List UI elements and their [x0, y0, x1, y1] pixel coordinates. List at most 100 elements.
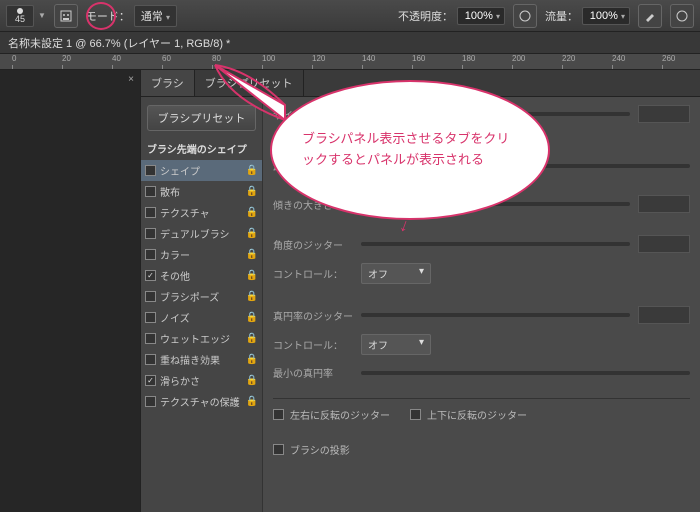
brush-option-label: シェイプ [160, 163, 200, 178]
brush-size-picker[interactable]: 45 [6, 5, 34, 27]
ruler-tick: 260 [662, 54, 675, 63]
brush-option-row[interactable]: ✓ その他 🔒 [141, 265, 262, 286]
min-diameter-slider[interactable] [361, 164, 690, 168]
brush-option-row[interactable]: テクスチャ🔒 [141, 202, 262, 223]
control-label-3: コントロール： [273, 337, 353, 352]
lock-icon[interactable]: 🔒 [246, 249, 258, 260]
brush-option-label: ウェットエッジ [160, 331, 230, 346]
brush-option-row[interactable]: テクスチャの保護🔒 [141, 391, 262, 412]
blend-mode-select[interactable]: 通常 ▾ [134, 5, 177, 27]
size-jitter-label: サイズのジッター [273, 107, 353, 122]
chevron-down-icon[interactable]: ▼ [38, 11, 46, 20]
brush-option-row[interactable]: デュアルブラシ 🔒 [141, 223, 262, 244]
roundness-jitter-slider[interactable] [361, 313, 630, 317]
lock-icon[interactable]: 🔒 [246, 207, 258, 218]
horizontal-ruler: 020406080100120140160180200220240260 [0, 54, 700, 70]
brush-option-row[interactable]: ブラシポーズ🔒 [141, 286, 262, 307]
brush-option-row[interactable]: シェイプ 🔒 [141, 160, 262, 181]
checkbox[interactable] [145, 165, 156, 176]
brush-option-row[interactable]: 散布 🔒 [141, 181, 262, 202]
flip-y-label: 上下に反転のジッター [427, 407, 527, 422]
ruler-tick: 100 [262, 54, 275, 63]
flip-y-checkbox[interactable] [410, 409, 421, 420]
ruler-tick: 40 [112, 54, 121, 63]
tab-brush-presets[interactable]: ブラシプリセット [195, 70, 304, 96]
brush-option-row[interactable]: カラー 🔒 [141, 244, 262, 265]
brush-option-row[interactable]: 重ね描き効果 🔒 [141, 349, 262, 370]
pressure-size-icon[interactable] [670, 4, 694, 28]
brush-panel: ブラシ ブラシプリセット ブラシプリセット ブラシ先端のシェイプ シェイプ🔒散布… [140, 70, 700, 512]
size-jitter-slider[interactable] [361, 112, 630, 116]
brush-option-label: 重ね描き効果 [160, 352, 220, 367]
checkbox[interactable] [145, 291, 156, 302]
checkbox[interactable] [145, 396, 156, 407]
lock-icon[interactable]: 🔒 [246, 333, 258, 344]
tilt-scale-value[interactable] [638, 195, 690, 213]
brush-option-row[interactable]: ✓滑らかさ🔒 [141, 370, 262, 391]
projection-checkbox[interactable] [273, 444, 284, 455]
tab-brush[interactable]: ブラシ [141, 70, 195, 96]
projection-label: ブラシの投影 [290, 442, 350, 457]
min-roundness-slider[interactable] [361, 371, 690, 375]
ruler-tick: 180 [462, 54, 475, 63]
checkbox[interactable] [145, 312, 156, 323]
brush-preset-button[interactable]: ブラシプリセット [147, 105, 256, 131]
ruler-tick: 200 [512, 54, 525, 63]
checkbox[interactable]: ✓ [145, 375, 156, 386]
checkbox[interactable] [145, 207, 156, 218]
roundness-jitter-label: 真円率のジッター [273, 308, 353, 323]
lock-icon[interactable]: 🔒 [246, 396, 258, 407]
checkbox[interactable] [145, 228, 156, 239]
tilt-scale-label: 傾きの大きさ [273, 197, 353, 212]
brush-tip-shape-header[interactable]: ブラシ先端のシェイプ [141, 137, 262, 160]
brush-option-label: その他 [160, 268, 190, 283]
angle-jitter-slider[interactable] [361, 242, 630, 246]
options-bar: 45 ▼ モード： 通常 ▾ 不透明度： 100% ▾ 流量： 100% ▾ [0, 0, 700, 32]
lock-icon[interactable]: 🔒 [246, 375, 258, 386]
document-tab[interactable]: 名称未設定 1 @ 66.7% (レイヤー 1, RGB/8) * [0, 32, 700, 54]
brush-option-label: カラー [160, 247, 190, 262]
roundness-jitter-value[interactable] [638, 306, 690, 324]
lock-icon[interactable]: 🔒 [246, 312, 258, 323]
opacity-input[interactable]: 100% ▾ [457, 7, 505, 25]
ruler-tick: 80 [212, 54, 221, 63]
checkbox[interactable]: ✓ [145, 270, 156, 281]
lock-icon[interactable]: 🔒 [246, 270, 258, 281]
lock-icon[interactable]: 🔒 [246, 354, 258, 365]
ruler-tick: 140 [362, 54, 375, 63]
flip-x-checkbox[interactable] [273, 409, 284, 420]
ruler-tick: 220 [562, 54, 575, 63]
tilt-scale-slider[interactable] [361, 202, 630, 206]
brush-option-row[interactable]: ノイズ 🔒 [141, 307, 262, 328]
brush-panel-toggle-icon[interactable] [54, 4, 78, 28]
close-icon[interactable]: × [128, 74, 134, 85]
angle-control-select[interactable]: オフ▾ [361, 263, 431, 284]
lock-icon[interactable]: 🔒 [246, 186, 258, 197]
ruler-tick: 240 [612, 54, 625, 63]
lock-icon[interactable]: 🔒 [246, 228, 258, 239]
pressure-opacity-icon[interactable] [513, 4, 537, 28]
roundness-control-select[interactable]: オフ▾ [361, 334, 431, 355]
checkbox[interactable] [145, 186, 156, 197]
flip-x-label: 左右に反転のジッター [290, 407, 390, 422]
brush-options-sidebar: ブラシプリセット ブラシ先端のシェイプ シェイプ🔒散布🔒テクスチャ🔒デュアルブラ… [141, 97, 263, 512]
mode-label: モード： [86, 8, 130, 24]
brush-option-label: 散布 [160, 184, 180, 199]
checkbox[interactable] [145, 249, 156, 260]
lock-icon[interactable]: 🔒 [246, 165, 258, 176]
brush-option-label: ノイズ [160, 310, 190, 325]
ruler-tick: 20 [62, 54, 71, 63]
brush-option-label: デュアルブラシ [160, 226, 230, 241]
checkbox[interactable] [145, 354, 156, 365]
angle-jitter-value[interactable] [638, 235, 690, 253]
checkbox[interactable] [145, 333, 156, 344]
opacity-label: 不透明度： [398, 8, 453, 24]
size-jitter-value[interactable] [638, 105, 690, 123]
control-label-2: コントロール： [273, 266, 353, 281]
airbrush-icon[interactable] [638, 4, 662, 28]
brush-option-row[interactable]: ウェットエッジ 🔒 [141, 328, 262, 349]
lock-icon[interactable]: 🔒 [246, 291, 258, 302]
flow-input[interactable]: 100% ▾ [582, 7, 630, 25]
canvas[interactable]: × [0, 70, 140, 512]
angle-jitter-label: 角度のジッター [273, 237, 353, 252]
